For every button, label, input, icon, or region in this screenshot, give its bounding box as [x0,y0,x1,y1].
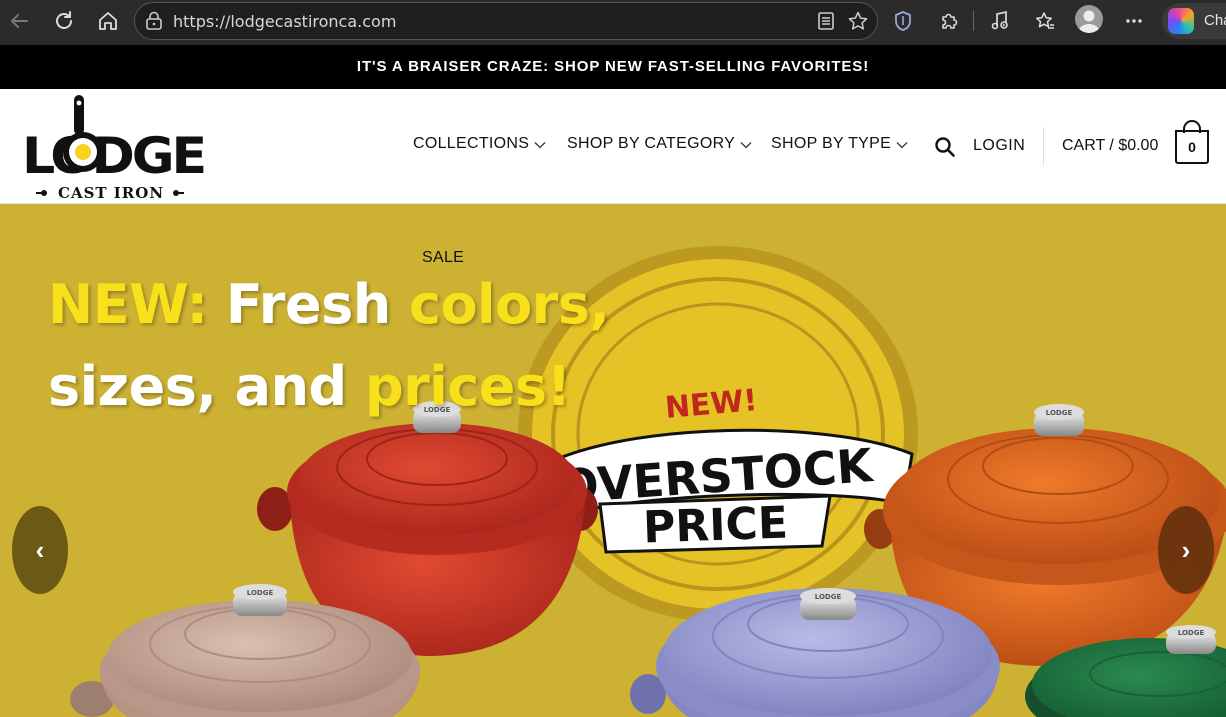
announcement-text: IT'S A BRAISER CRAZE: SHOP NEW FAST-SELL… [356,58,870,75]
search-icon[interactable] [934,136,956,158]
hero-headline-line-2: sizes, and prices! [48,355,571,418]
chevron-down-icon [740,142,752,149]
headline-segment: sizes, and [48,355,365,418]
svg-text:PRICE: PRICE [642,497,789,553]
nav-shop-by-type[interactable]: SHOP BY TYPE [771,135,908,153]
nav-shop-by-type-label: SHOP BY TYPE [771,135,892,152]
more-dots-icon [1126,19,1142,23]
puzzle-icon [942,13,958,29]
favorite-star-icon[interactable] [847,10,869,32]
nav-shop-by-category-label: SHOP BY CATEGORY [567,135,736,152]
headline-segment: prices! [365,355,571,418]
copilot-label: Cha [1204,12,1226,29]
chevron-left-icon: ‹ [35,534,45,565]
sale-label: SALE [422,249,465,266]
headline-segment: NEW: [48,273,208,336]
favorites-button[interactable] [1030,6,1060,36]
url-text: https://lodgecastironca.com [173,12,397,31]
media-control-button[interactable] [985,6,1015,36]
headline-segment: colors, [408,273,610,336]
address-bar[interactable]: https://lodgecastironca.com [134,2,878,40]
home-icon [99,12,117,30]
hero-headline-line-1: NEW: Fresh colors, [48,273,610,336]
user-silhouette-icon [1078,10,1100,33]
svg-text:LODGE: LODGE [22,127,204,185]
back-arrow-icon [11,14,28,28]
site-header: LODGE CAST IRON COLLECTIONS SHOP BY CATE… [0,89,1226,204]
slider-prev-button[interactable]: ‹ [12,506,68,594]
slider-next-button[interactable]: › [1158,506,1214,594]
toolbar-divider [973,11,974,31]
nav-collections[interactable]: COLLECTIONS [413,135,546,153]
lodge-logo[interactable]: LODGE CAST IRON [22,91,208,199]
browser-toolbar: https://lodgecastironca.com Cha [0,0,1226,45]
headline-segment: Fresh [207,273,409,336]
svg-text:CAST IRON: CAST IRON [58,184,164,199]
settings-more-button[interactable] [1119,6,1149,36]
chevron-down-icon [896,142,908,149]
chevron-down-icon [534,142,546,149]
svg-text:LODGE: LODGE [815,593,842,601]
reading-mode-icon[interactable] [815,10,837,32]
lock-icon [146,11,162,30]
music-note-icon [991,10,1008,30]
shield-icon [895,11,911,31]
reload-button[interactable] [49,6,79,36]
copilot-icon [1168,8,1194,34]
svg-text:LODGE: LODGE [1178,629,1205,637]
announcement-bar[interactable]: IT'S A BRAISER CRAZE: SHOP NEW FAST-SELL… [0,45,1226,89]
shield-extension-button[interactable] [888,6,918,36]
svg-text:LODGE: LODGE [247,589,274,597]
login-link[interactable]: LOGIN [973,137,1025,155]
nav-shop-by-category[interactable]: SHOP BY CATEGORY [567,135,752,153]
back-button[interactable] [4,6,34,36]
cart-count-badge[interactable]: 0 [1175,130,1209,164]
profile-avatar[interactable] [1075,5,1103,33]
copilot-button[interactable]: Cha [1162,3,1226,39]
nav-collections-label: COLLECTIONS [413,135,530,152]
svg-text:LODGE: LODGE [1046,409,1073,417]
extensions-button[interactable] [934,6,964,36]
chevron-right-icon: › [1181,534,1191,565]
favorites-star-list-icon [1036,12,1054,29]
header-divider [1043,127,1044,165]
reload-icon [56,11,72,29]
home-button[interactable] [93,6,123,36]
cart-link[interactable]: CART / $0.00 [1062,137,1158,155]
hero-slider: NEW! OVERSTOCK PRICE LODGE LODGE LODGE L… [0,204,1226,717]
